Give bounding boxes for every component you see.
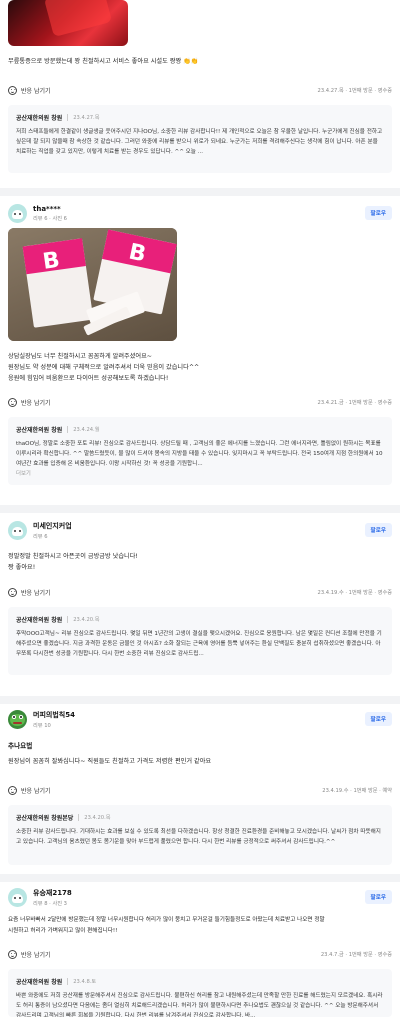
review-text: 무릎통증으로 방문했는데 꽝 친절하시고 서비스 좋아요 시설도 짱짱 👏👏 [8, 58, 199, 65]
avatar[interactable] [8, 709, 27, 729]
follow-button[interactable]: 팔로우 [364, 890, 392, 904]
reply-date: 23.4.8.토 [67, 978, 96, 985]
user-stats: 리뷰 8 · 사진 3 [33, 900, 67, 907]
react-button[interactable]: 반응 남기기 [21, 588, 51, 597]
reply-text[interactable]: thaOO님, 정말로 소중한 포토 리뷰! 진심으로 감사드립니다. 상담드릴… [16, 439, 384, 469]
review-title: 추나요법 [8, 742, 33, 750]
user-stats: 리뷰 6 [33, 533, 48, 540]
review-text-line: 정말정말 친절하시고 아픈곳이 금방금방 낫습니다! [8, 553, 138, 560]
review-meta: 23.4.27.목 · 1번째 방문 · 영수증 [317, 87, 392, 94]
user-stats: 리뷰 6 · 사진 6 [33, 215, 67, 222]
smile-icon[interactable] [8, 785, 17, 795]
review-list: 무릎통증으로 방문했는데 꽝 친절하시고 서비스 좋아요 시설도 짱짱 👏👏 반… [0, 0, 400, 1024]
divider [0, 505, 400, 513]
review-meta: 23.4.7.금 · 1번째 방문 · 영수증 [320, 951, 392, 958]
username[interactable]: tha**** [33, 205, 67, 213]
reply-text[interactable]: 후막OOO고객님~ 리뷰 진심으로 감사드립니다. 몇일 뒤면 1년간의 고생이… [16, 629, 384, 669]
owner-reply: 공산재한의원 창원 23.4.8.토 바쁜 와중에도 저희 공산재를 방문해주셔… [8, 969, 392, 1017]
owner-name: 공산재한의원 창원 [16, 617, 63, 624]
owner-name: 공산재한의원 창원본당 [16, 815, 74, 822]
smile-icon[interactable] [8, 949, 17, 959]
divider [0, 696, 400, 704]
follow-button[interactable]: 팔로우 [364, 206, 392, 220]
reply-date: 23.4.24.월 [67, 426, 99, 433]
owner-name: 공산재한의원 창원 [16, 115, 63, 122]
owner-name: 공산재한의원 창원 [16, 979, 63, 986]
reply-text[interactable]: 저희 스태프들에게 한결같이 생글생글 웃어주시던 지나OO님, 소중한 리뷰 … [16, 127, 384, 157]
reply-text[interactable]: 바쁜 와중에도 저희 공산재를 방문해주셔서 진심으로 감사드립니다. 불편하신… [16, 991, 384, 1017]
smile-icon[interactable] [8, 587, 17, 597]
username[interactable]: 미세인지커업 [33, 521, 72, 531]
divider [0, 188, 400, 196]
review-photo[interactable] [8, 0, 128, 46]
reply-text[interactable]: 소중한 리뷰 감사드립니다. 기대하시는 효과를 보실 수 있도록 최선을 다하… [16, 827, 384, 847]
review-meta: 23.4.21.금 · 1번째 방문 · 영수증 [317, 399, 392, 406]
reply-date: 23.4.20.목 [67, 616, 99, 623]
user-stats: 리뷰 10 [33, 722, 51, 729]
avatar[interactable] [8, 520, 27, 540]
divider [0, 874, 400, 882]
avatar[interactable] [8, 887, 27, 907]
review-text-line: 시원하고 허리가 가벼워지고 많이 편해집니다!! [8, 928, 118, 934]
follow-button[interactable]: 팔로우 [364, 523, 392, 537]
react-button[interactable]: 반응 남기기 [21, 86, 51, 95]
smile-icon[interactable] [8, 85, 17, 95]
review-text: 원장님이 꼼꼼히 잘봐십니다~ 직원들도 친절하고 가격도 저렴한 편인거 같아… [8, 758, 212, 765]
review-text-line: 원장님도 약 성분에 대해 구체적으로 알려주셔서 더욱 믿음이 갔습니다^^ [8, 364, 200, 371]
review-text-line: 짱 좋아요! [8, 564, 36, 571]
owner-reply: 공산재한의원 창원본당 23.4.20.목 소중한 리뷰 감사드립니다. 기대하… [8, 805, 392, 865]
smile-icon[interactable] [8, 397, 17, 407]
owner-reply: 공산재한의원 창원 23.4.20.목 후막OOO고객님~ 리뷰 진심으로 감사… [8, 607, 392, 675]
owner-name: 공산재한의원 창원 [16, 427, 63, 434]
review-meta: 23.4.19.수 · 1번째 방문 · 영수증 [317, 589, 392, 596]
review-meta: 23.4.19.수 · 1번째 방문 · 예약 [322, 787, 392, 794]
follow-button[interactable]: 팔로우 [364, 712, 392, 726]
username[interactable]: 머피의법칙54 [33, 710, 75, 720]
more-link[interactable]: 더보기 [16, 469, 384, 477]
review-text-line: 응원에 힘입어 비움환으로 다이어트 성공해보도록 하겠습니다! [8, 375, 169, 382]
react-button[interactable]: 반응 남기기 [21, 786, 51, 795]
owner-reply: 공산재한의원 창원 23.4.24.월 thaOO님, 정말로 소중한 포토 리… [8, 417, 392, 485]
review-photo[interactable]: B B [8, 228, 177, 341]
react-button[interactable]: 반응 남기기 [21, 950, 51, 959]
review-text-line: 요즘 너무바빠서 2달만에 방문했는데 정말 너무시원합니다 허리가 많이 뭉치… [8, 917, 325, 923]
avatar[interactable] [8, 203, 27, 223]
username[interactable]: 유승재2178 [33, 888, 72, 898]
owner-reply: 공산재한의원 창원 23.4.27.목 저희 스태프들에게 한결같이 생글생글 … [8, 105, 392, 173]
reply-date: 23.4.27.목 [67, 114, 99, 121]
reply-date: 23.4.20.목 [78, 814, 111, 821]
react-button[interactable]: 반응 남기기 [21, 398, 51, 407]
review-text-line: 상담실장님도 너무 친절하시고 꼼꼼하게 알려주셨어요~ [8, 353, 152, 360]
